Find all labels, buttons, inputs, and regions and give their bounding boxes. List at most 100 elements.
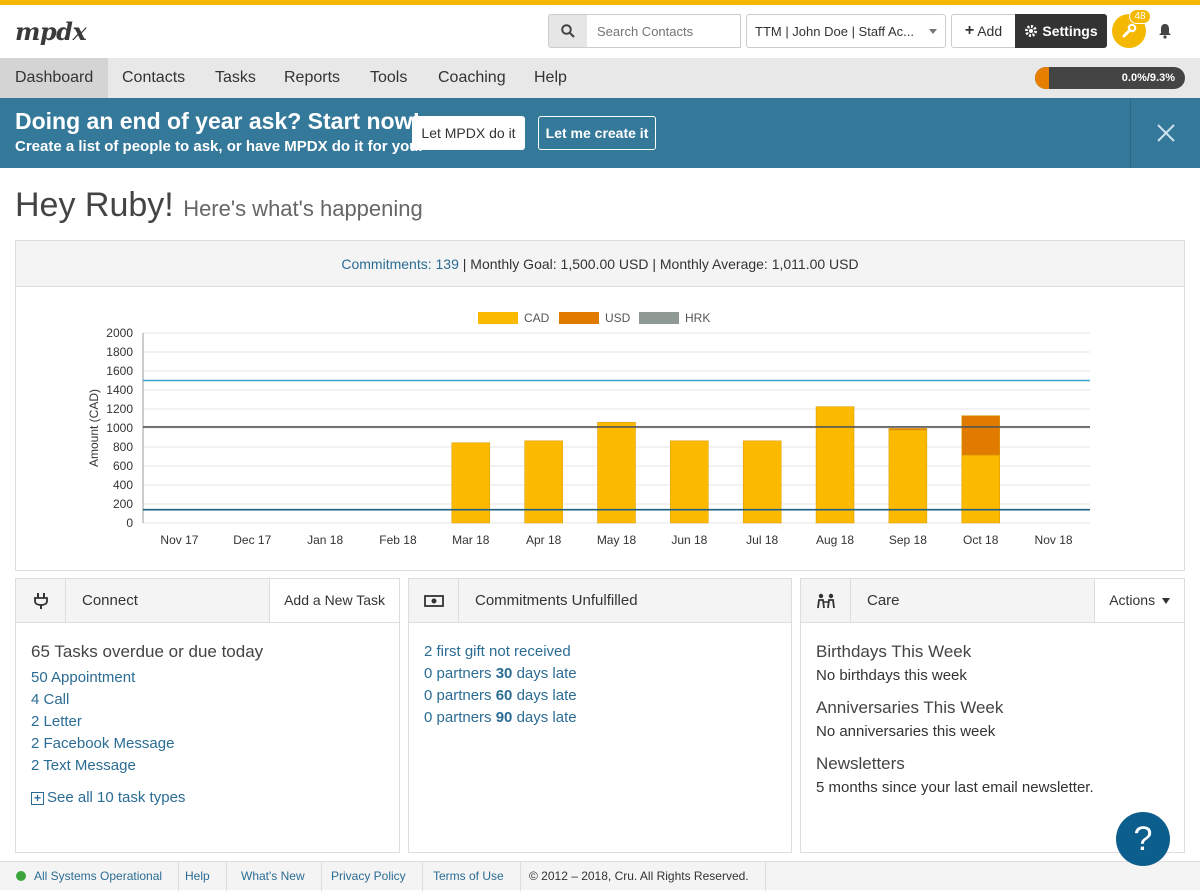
goal-progress-bar[interactable]: 0.0%/9.3% — [1035, 67, 1185, 89]
bar-cad — [961, 454, 1000, 524]
search-button[interactable] — [548, 14, 588, 48]
commitments-panel-title: Commitments Unfulfilled — [475, 592, 638, 609]
legend-swatch — [639, 312, 679, 324]
legend-label: USD — [605, 311, 631, 325]
connect-panel-header: Connect Add a New Task — [16, 579, 399, 623]
x-tick-label: May 18 — [597, 533, 637, 547]
x-tick-label: Mar 18 — [452, 533, 490, 547]
first-gift-not-received-link[interactable]: 2 first gift not received — [424, 641, 776, 663]
greeting-subtitle: Here's what's happening — [183, 196, 423, 221]
y-tick-label: 1800 — [106, 345, 133, 359]
birthdays-text: No birthdays this week — [816, 667, 967, 684]
late-days: 90 — [495, 709, 513, 726]
year-end-ask-banner: Doing an end of year ask? Start now! Cre… — [0, 98, 1200, 168]
see-all-task-types-link[interactable]: + See all 10 task types — [31, 787, 384, 809]
plus-square-icon: + — [31, 792, 44, 805]
x-tick-label: Apr 18 — [526, 533, 562, 547]
greeting-title: Hey Ruby! — [15, 186, 174, 224]
settings-button-label: Settings — [1042, 23, 1098, 39]
plus-icon: + — [964, 22, 975, 39]
task-type-link[interactable]: 2 Facebook Message — [31, 733, 384, 755]
connect-panel-body: 65 Tasks overdue or due today 50 Appoint… — [16, 623, 399, 825]
care-panel-body: Birthdays This Week No birthdays this we… — [801, 623, 1184, 815]
care-panel: Care Actions Birthdays This Week No birt… — [800, 578, 1185, 853]
bar-cad — [815, 406, 855, 524]
legend-swatch — [478, 312, 518, 324]
help-chat-button[interactable]: ? — [1116, 812, 1170, 866]
close-icon — [1156, 124, 1175, 142]
y-tick-label: 800 — [113, 440, 133, 454]
late-suffix: days late — [512, 709, 577, 726]
y-tick-label: 2000 — [106, 326, 133, 340]
connect-panel-title: Connect — [82, 592, 138, 609]
x-tick-label: Dec 17 — [233, 533, 271, 547]
care-actions-label: Actions — [1109, 592, 1156, 608]
bar-usd — [888, 428, 928, 431]
partners-late-link[interactable]: 0 partners 60 days late — [424, 685, 776, 707]
x-tick-label: Sep 18 — [889, 533, 927, 547]
commitments-panel-header: Commitments Unfulfilled — [409, 579, 791, 623]
bar-cad — [742, 440, 782, 524]
task-type-link[interactable]: 4 Call — [31, 689, 384, 711]
y-tick-label: 200 — [113, 497, 133, 511]
connect-panel: Connect Add a New Task 65 Tasks overdue … — [15, 578, 400, 853]
bar-cad — [451, 442, 491, 524]
nav-help[interactable]: Help — [519, 58, 582, 98]
partners-late-link[interactable]: 0 partners 90 days late — [424, 707, 776, 729]
commitments-link[interactable]: Commitments: 139 — [341, 256, 458, 272]
bell-icon[interactable] — [1158, 23, 1172, 44]
x-tick-label: Aug 18 — [816, 533, 854, 547]
chevron-down-icon — [929, 28, 937, 34]
people-icon — [801, 579, 851, 622]
account-select-value: TTM | John Doe | Staff Ac... — [755, 23, 914, 39]
bar-usd — [961, 415, 1000, 456]
add-button-label: Add — [977, 23, 1003, 39]
task-type-link[interactable]: 2 Letter — [31, 711, 384, 733]
x-tick-label: Nov 17 — [160, 533, 198, 547]
care-actions-dropdown[interactable]: Actions — [1094, 579, 1184, 622]
let-mpdx-do-it-button[interactable]: Let MPDX do it — [412, 116, 525, 150]
nav-tasks[interactable]: Tasks — [200, 58, 271, 98]
system-status-link[interactable]: All Systems Operational — [0, 862, 180, 891]
commitments-summary: Commitments: 139 | Monthly Goal: 1,500.0… — [16, 241, 1184, 287]
banner-close-button[interactable] — [1130, 98, 1200, 168]
nav-reports[interactable]: Reports — [269, 58, 355, 98]
x-tick-label: Jul 18 — [746, 533, 778, 547]
status-dot-icon — [16, 871, 26, 881]
x-tick-label: Nov 18 — [1035, 533, 1073, 547]
let-me-create-it-button[interactable]: Let me create it — [538, 116, 656, 150]
late-days: 30 — [495, 665, 513, 682]
goal-summary: | Monthly Goal: 1,500.00 USD | Monthly A… — [458, 256, 859, 272]
y-tick-label: 1000 — [106, 421, 133, 435]
footer-whats-new-link[interactable]: What's New — [225, 862, 322, 891]
nav-coaching[interactable]: Coaching — [423, 58, 521, 98]
mpdx-logo[interactable]: mpdx — [15, 17, 87, 46]
late-days: 60 — [495, 687, 513, 704]
nav-tools[interactable]: Tools — [355, 58, 422, 98]
footer-terms-link[interactable]: Terms of Use — [417, 862, 521, 891]
footer-privacy-link[interactable]: Privacy Policy — [315, 862, 423, 891]
nav-contacts[interactable]: Contacts — [107, 58, 200, 98]
add-new-task-button[interactable]: Add a New Task — [269, 579, 399, 622]
partners-late-link[interactable]: 0 partners 30 days late — [424, 663, 776, 685]
notification-count-badge: 48 — [1129, 9, 1151, 24]
account-select[interactable]: TTM | John Doe | Staff Ac... — [746, 14, 946, 48]
footer-copyright: © 2012 – 2018, Cru. All Rights Reserved. — [513, 862, 766, 891]
footer-help-link[interactable]: Help — [169, 862, 227, 891]
late-suffix: days late — [512, 687, 577, 704]
late-suffix: days late — [512, 665, 577, 682]
settings-button[interactable]: Settings — [1015, 14, 1107, 48]
search-contacts-input[interactable] — [587, 14, 741, 48]
page-title: Hey Ruby! Here's what's happening — [15, 186, 423, 225]
wrench-icon — [1122, 23, 1137, 38]
legend-label: CAD — [524, 311, 550, 325]
legend-label: HRK — [685, 311, 710, 325]
y-axis-label: Amount (CAD) — [87, 389, 101, 467]
bar-cad — [524, 440, 563, 524]
y-tick-label: 1600 — [106, 364, 133, 378]
task-type-link[interactable]: 2 Text Message — [31, 755, 384, 777]
task-type-link[interactable]: 50 Appointment — [31, 667, 384, 689]
nav-dashboard[interactable]: Dashboard — [0, 58, 109, 98]
y-tick-label: 600 — [113, 459, 133, 473]
add-button[interactable]: + Add — [951, 14, 1016, 48]
